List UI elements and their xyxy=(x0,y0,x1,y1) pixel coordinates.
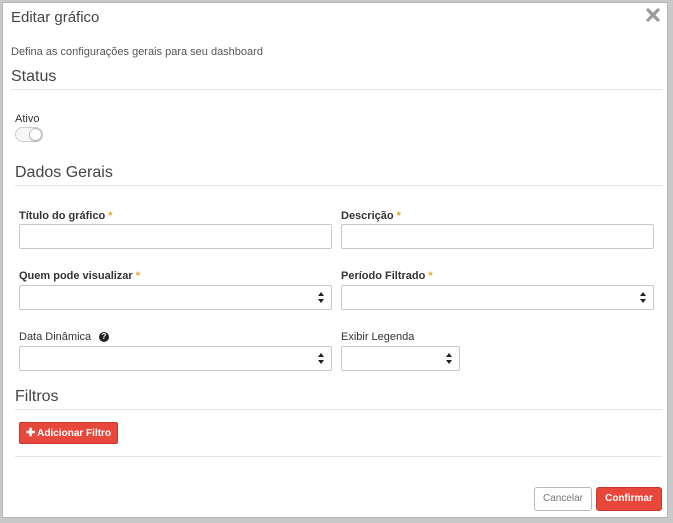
filtered-period-label: Período Filtrado * xyxy=(341,270,433,282)
close-icon[interactable] xyxy=(645,7,661,23)
select-caret-icon xyxy=(318,353,325,364)
dialog-title: Editar gráfico xyxy=(11,9,100,26)
active-label: Ativo xyxy=(15,113,40,125)
description-input[interactable] xyxy=(341,224,654,249)
plus-icon: ✚ xyxy=(25,427,36,439)
help-icon[interactable]: ? xyxy=(99,332,109,342)
description-label: Descrição * xyxy=(341,210,401,222)
required-marker: * xyxy=(108,210,113,222)
footer-divider xyxy=(15,456,662,457)
show-legend-label: Exibir Legenda xyxy=(341,331,415,343)
who-can-view-select[interactable] xyxy=(19,285,332,310)
who-can-view-label: Quem pode visualizar * xyxy=(19,270,141,282)
dialog-subtitle: Defina as configurações gerais para seu … xyxy=(11,46,263,58)
active-toggle[interactable] xyxy=(15,127,43,142)
chart-title-input[interactable] xyxy=(19,224,332,249)
dynamic-date-select[interactable] xyxy=(19,346,332,371)
dynamic-date-label: Data Dinâmica xyxy=(19,331,92,343)
select-caret-icon xyxy=(640,292,647,303)
filters-divider xyxy=(15,409,662,410)
status-divider xyxy=(11,89,662,90)
edit-chart-dialog: Editar gráfico Defina as configurações g… xyxy=(2,2,668,518)
add-filter-button[interactable]: ✚ Adicionar Filtro xyxy=(19,422,118,444)
add-filter-label: Adicionar Filtro xyxy=(37,428,112,439)
status-heading: Status xyxy=(11,68,57,85)
select-caret-icon xyxy=(446,353,453,364)
toggle-knob xyxy=(29,128,42,141)
required-marker: * xyxy=(396,210,401,222)
filters-heading: Filtros xyxy=(15,388,59,405)
required-marker: * xyxy=(428,270,433,282)
required-marker: * xyxy=(135,270,141,282)
general-heading: Dados Gerais xyxy=(15,164,113,181)
general-divider xyxy=(15,185,662,186)
confirm-button[interactable]: Confirmar xyxy=(596,487,662,511)
show-legend-select[interactable] xyxy=(341,346,460,371)
chart-title-label: Título do gráfico * xyxy=(19,210,113,222)
cancel-button[interactable]: Cancelar xyxy=(534,487,592,511)
filtered-period-select[interactable] xyxy=(341,285,654,310)
select-caret-icon xyxy=(318,292,325,303)
